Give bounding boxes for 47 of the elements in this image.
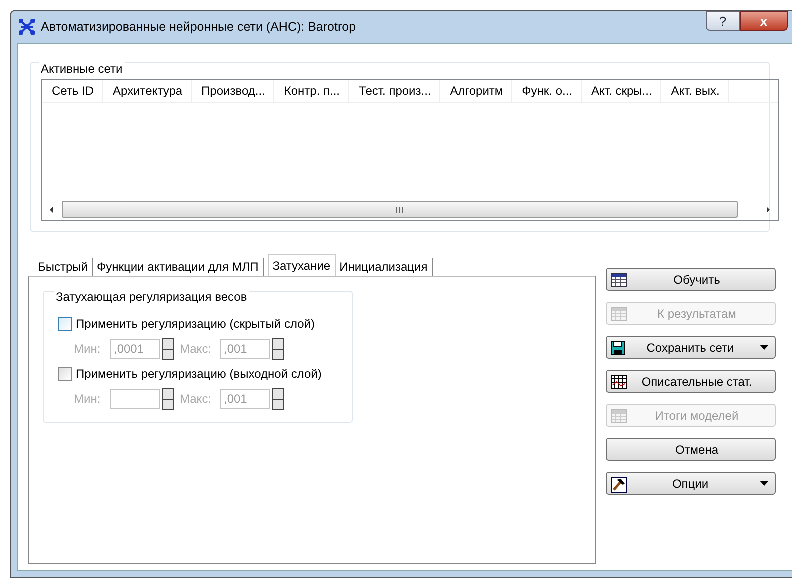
group-title: Затухающая регуляризация весов <box>54 290 250 304</box>
spin-button[interactable] <box>162 338 174 360</box>
network-icon <box>19 19 35 35</box>
caret-icon <box>760 481 769 486</box>
checkbox[interactable] <box>58 317 72 331</box>
checkbox-label[interactable]: Применить регуляризацию (скрытый слой) <box>76 317 315 331</box>
group-title: Активные сети <box>39 62 125 76</box>
table-icon <box>611 307 627 321</box>
field-label: Макс: <box>180 392 213 406</box>
tab[interactable]: Инициализация <box>336 258 433 276</box>
dropdown-button[interactable]: Сохранить сети <box>606 336 776 359</box>
caret-icon <box>760 345 769 350</box>
help-button[interactable]: ? <box>706 11 740 31</box>
field-label: Мин: <box>74 342 102 356</box>
column-header[interactable]: Сеть ID <box>42 80 104 102</box>
input-field[interactable] <box>110 389 160 409</box>
column-header[interactable]: Акт. скры... <box>582 80 662 102</box>
field-label: Мин: <box>74 392 102 406</box>
button[interactable]: Обучить <box>606 268 776 291</box>
column-header[interactable]: Производ... <box>192 80 274 102</box>
field-label: Макс: <box>180 342 213 356</box>
column-header[interactable]: Алгоритм <box>440 80 512 102</box>
scroll-right-icon[interactable] <box>764 206 772 214</box>
tab[interactable]: Затухание <box>268 254 336 276</box>
spin-button[interactable] <box>162 388 174 410</box>
column-header[interactable]: Контр. п... <box>274 80 350 102</box>
table-icon <box>611 273 627 287</box>
close-button[interactable]: x <box>740 11 788 31</box>
checkbox-label[interactable]: Применить регуляризацию (выходной слой) <box>76 367 322 381</box>
column-header[interactable]: Акт. вых. <box>661 80 729 102</box>
window-title: Автоматизированные нейронные сети (АНС): Barotrop <box>41 20 356 34</box>
button[interactable]: Отмена <box>606 438 776 461</box>
tab[interactable]: Функции активации для МЛП <box>93 258 264 276</box>
checkbox[interactable] <box>58 367 72 381</box>
tab[interactable]: Быстрый <box>34 258 93 276</box>
column-header[interactable]: Функ. о... <box>512 80 582 102</box>
hammer-icon <box>611 477 627 493</box>
grid-icon <box>611 375 627 389</box>
button[interactable]: Описательные стат. <box>606 370 776 393</box>
column-header[interactable]: Тест. произ... <box>349 80 440 102</box>
spin-button[interactable] <box>272 338 284 360</box>
column-header[interactable]: Архитектура <box>103 80 192 102</box>
dropdown-button[interactable]: Опции <box>606 472 776 495</box>
grip-icon <box>396 206 404 212</box>
spin-button[interactable] <box>272 388 284 410</box>
scroll-left-icon[interactable] <box>48 206 56 214</box>
table-icon <box>611 409 627 423</box>
